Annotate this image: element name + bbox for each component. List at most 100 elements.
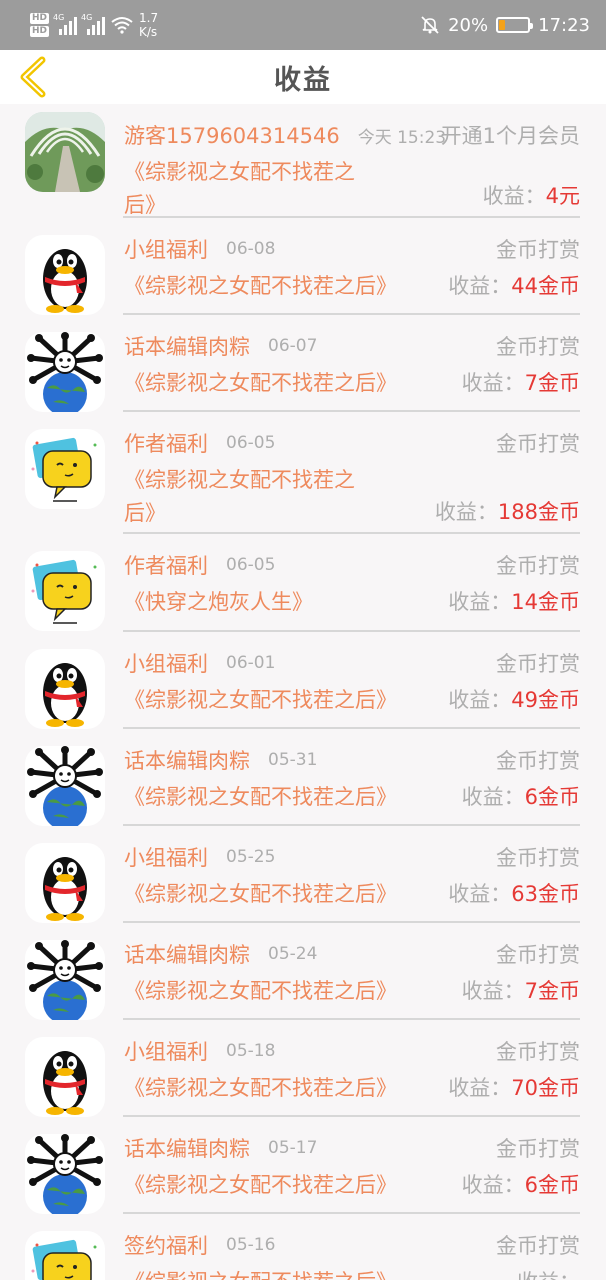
network-gen-label: 4G — [81, 13, 93, 22]
earning-label: 收益： — [461, 1173, 525, 1197]
list-item[interactable]: 话本编辑肉粽 06-07 金币打赏 《综影视之女配不找茬之后》 收益：7金币 — [0, 315, 606, 412]
status-left: HD HD 4G 4G 1.7 K/s — [30, 11, 158, 39]
speed-value: 1.7 — [139, 11, 159, 25]
book-title[interactable]: 《综影视之女配不找茬之后》 — [124, 464, 384, 530]
sender-name: 游客1579604314546 — [124, 124, 340, 148]
network-speed: 1.7 K/s — [139, 11, 158, 39]
list-item[interactable]: 作者福利 06-05 金币打赏 《综影视之女配不找茬之后》 收益：188金币 — [0, 412, 606, 534]
signal-icon: 4G — [81, 13, 106, 35]
earning-type: 金币打赏 — [496, 1137, 580, 1161]
earning-type: 开通1个月会员 — [440, 124, 580, 148]
book-title[interactable]: 《综影视之女配不找茬之后》 — [124, 975, 397, 1008]
book-title[interactable]: 《综影视之女配不找茬之后》 — [124, 367, 397, 400]
earning-label: 收益： — [461, 371, 525, 395]
item-date: 05-31 — [268, 750, 318, 770]
earning-amount: 70金币 — [511, 1076, 580, 1100]
item-header: 作者福利 06-05 金币打赏 — [124, 428, 580, 458]
book-title[interactable]: 《综影视之女配不找茬之后》 — [124, 1266, 397, 1280]
garden-photo[interactable] — [25, 112, 105, 192]
book-title[interactable]: 《综影视之女配不找茬之后》 — [124, 1072, 397, 1105]
book-title[interactable]: 《综影视之女配不找茬之后》 — [124, 270, 397, 303]
globe-avatar[interactable] — [25, 1134, 105, 1214]
sender-name: 作者福利 — [124, 554, 208, 578]
earning-type: 金币打赏 — [496, 1234, 580, 1258]
item-header: 话本编辑肉粽 05-17 金币打赏 — [124, 1133, 580, 1163]
sender-name: 小组福利 — [124, 652, 208, 676]
earning-amount: 188金币 — [497, 500, 580, 524]
earning-value: 收益：44金币 — [448, 270, 580, 303]
book-title[interactable]: 《综影视之女配不找茬之后》 — [124, 156, 384, 222]
penguin-avatar[interactable] — [25, 235, 105, 315]
list-item[interactable]: 话本编辑肉粽 05-24 金币打赏 《综影视之女配不找茬之后》 收益：7金币 — [0, 923, 606, 1020]
earning-value: 收益：63金币 — [448, 878, 580, 911]
earning-label: 收益： — [517, 1270, 580, 1280]
hd-badge: HD — [30, 13, 50, 24]
earning-value: 收益：188金币 — [435, 496, 580, 529]
item-date: 今天 15:23 — [357, 127, 447, 148]
earning-label: 收益： — [434, 500, 498, 524]
nav-bar: 收益 — [0, 50, 606, 104]
earning-label: 收益： — [461, 979, 525, 1003]
earning-value: 收益：49金币 — [448, 684, 580, 717]
back-button[interactable] — [14, 56, 50, 98]
chat-bubble-avatar[interactable] — [25, 1231, 105, 1280]
book-title[interactable]: 《综影视之女配不找茬之后》 — [124, 1169, 397, 1202]
earning-amount: 6金币 — [524, 785, 580, 809]
penguin-avatar[interactable] — [25, 1037, 105, 1117]
globe-avatar[interactable] — [25, 746, 105, 826]
mute-bell-icon — [421, 16, 439, 34]
chat-bubble-avatar[interactable] — [25, 551, 105, 631]
book-title[interactable]: 《综影视之女配不找茬之后》 — [124, 684, 397, 717]
list-item[interactable]: 签约福利 05-16 金币打赏 《综影视之女配不找茬之后》 收益： — [0, 1214, 606, 1280]
penguin-avatar[interactable] — [25, 649, 105, 729]
clock: 17:23 — [538, 14, 590, 36]
item-date: 06-05 — [226, 433, 276, 453]
earning-type: 金币打赏 — [496, 1040, 580, 1064]
earning-value: 收益：6金币 — [462, 1169, 580, 1202]
status-bar: HD HD 4G 4G 1.7 K/s 20% 17:23 — [0, 0, 606, 50]
earning-type: 金币打赏 — [496, 554, 580, 578]
list-item[interactable]: 小组福利 06-01 金币打赏 《综影视之女配不找茬之后》 收益：49金币 — [0, 632, 606, 729]
sender-name: 作者福利 — [124, 432, 208, 456]
earning-amount: 14金币 — [511, 590, 580, 614]
globe-avatar[interactable] — [25, 940, 105, 1020]
earning-value: 收益： — [517, 1266, 580, 1280]
list-item[interactable]: 游客1579604314546 今天 15:23 开通1个月会员 《综影视之女配… — [0, 104, 606, 218]
penguin-avatar[interactable] — [25, 843, 105, 923]
item-header: 话本编辑肉粽 06-07 金币打赏 — [124, 331, 580, 361]
item-header: 话本编辑肉粽 05-24 金币打赏 — [124, 939, 580, 969]
earning-label: 收益： — [482, 184, 546, 208]
wifi-icon — [111, 17, 133, 34]
list-item[interactable]: 话本编辑肉粽 05-31 金币打赏 《综影视之女配不找茬之后》 收益：6金币 — [0, 729, 606, 826]
item-date: 06-01 — [226, 653, 276, 673]
item-header: 小组福利 05-18 金币打赏 — [124, 1036, 580, 1066]
sender-name: 话本编辑肉粽 — [124, 1137, 250, 1161]
sender-name: 话本编辑肉粽 — [124, 943, 250, 967]
book-title[interactable]: 《快穿之炮灰人生》 — [124, 586, 313, 619]
earning-label: 收益： — [448, 274, 512, 298]
earning-type: 金币打赏 — [496, 846, 580, 870]
network-gen-label: 4G — [53, 13, 65, 22]
battery-icon — [496, 17, 534, 33]
book-title[interactable]: 《综影视之女配不找茬之后》 — [124, 878, 397, 911]
globe-avatar[interactable] — [25, 332, 105, 412]
earning-label: 收益： — [448, 882, 512, 906]
list-item[interactable]: 作者福利 06-05 金币打赏 《快穿之炮灰人生》 收益：14金币 — [0, 534, 606, 632]
earning-value: 收益：7金币 — [462, 367, 580, 400]
item-date: 05-25 — [226, 847, 276, 867]
earning-amount: 4元 — [545, 184, 580, 208]
book-title[interactable]: 《综影视之女配不找茬之后》 — [124, 781, 397, 814]
list-item[interactable]: 小组福利 05-18 金币打赏 《综影视之女配不找茬之后》 收益：70金币 — [0, 1020, 606, 1117]
list-item[interactable]: 话本编辑肉粽 05-17 金币打赏 《综影视之女配不找茬之后》 收益：6金币 — [0, 1117, 606, 1214]
list-item[interactable]: 小组福利 05-25 金币打赏 《综影视之女配不找茬之后》 收益：63金币 — [0, 826, 606, 923]
earning-amount: 6金币 — [524, 1173, 580, 1197]
earning-amount: 63金币 — [511, 882, 580, 906]
item-header: 作者福利 06-05 金币打赏 — [124, 550, 580, 580]
chat-bubble-avatar[interactable] — [25, 429, 105, 509]
earning-value: 收益：6金币 — [462, 781, 580, 814]
item-header: 话本编辑肉粽 05-31 金币打赏 — [124, 745, 580, 775]
item-date: 05-17 — [268, 1138, 318, 1158]
item-header: 小组福利 06-01 金币打赏 — [124, 648, 580, 678]
earning-amount: 7金币 — [524, 371, 580, 395]
list-item[interactable]: 小组福利 06-08 金币打赏 《综影视之女配不找茬之后》 收益：44金币 — [0, 218, 606, 315]
